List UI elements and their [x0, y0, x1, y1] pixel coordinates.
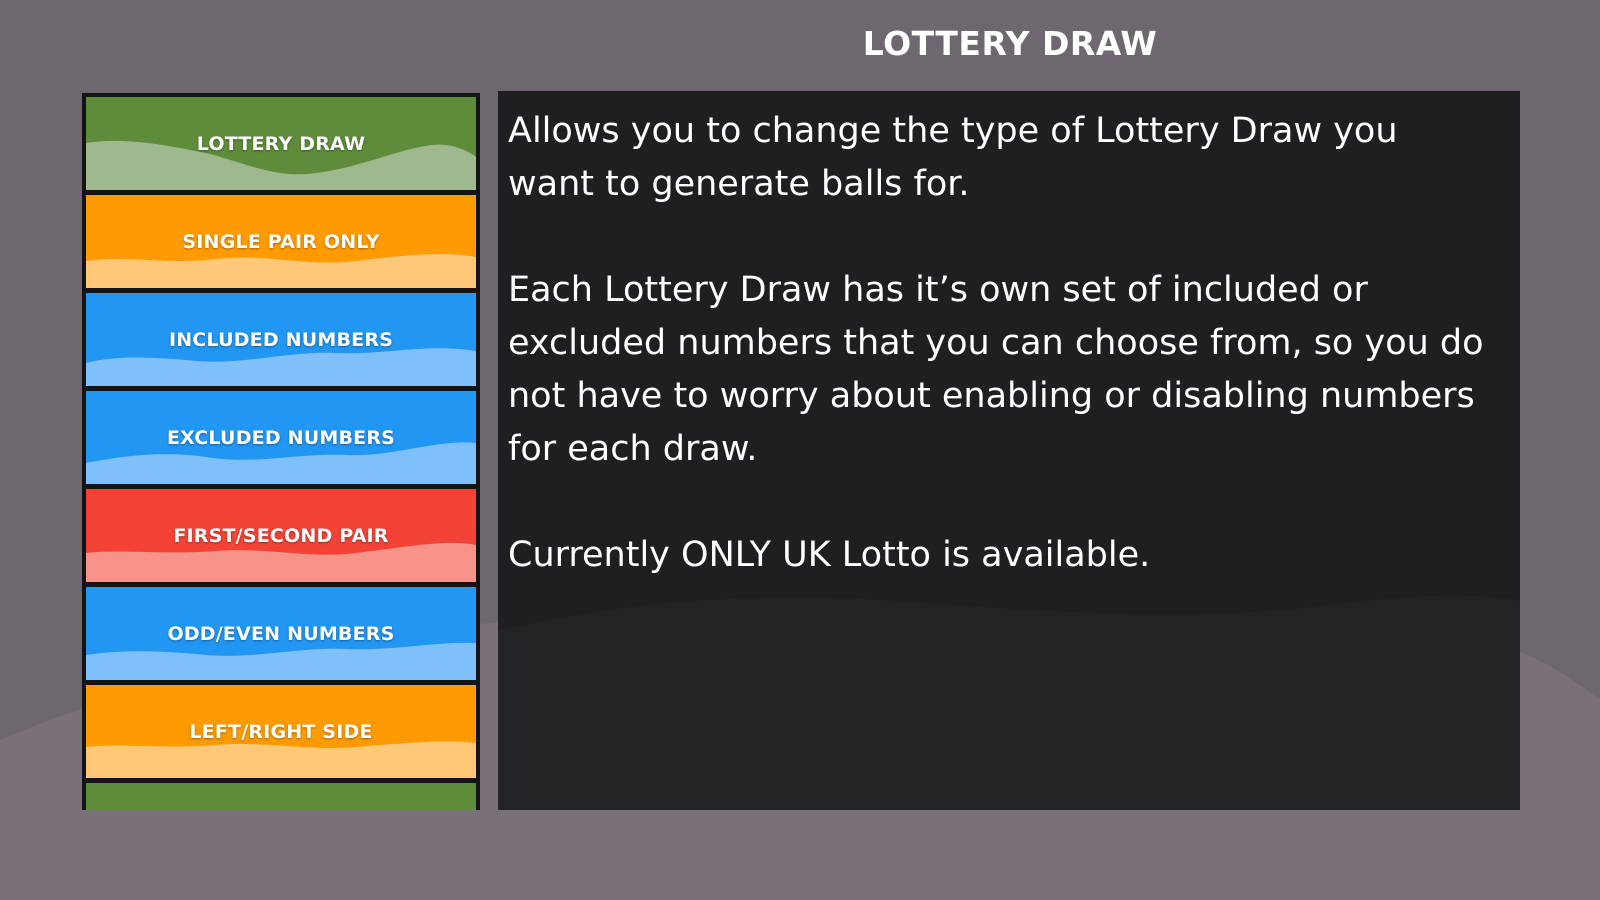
menu-item-single-pair-only[interactable]: SINGLE PAIR ONLY [86, 195, 476, 288]
menu-item-included-numbers[interactable]: INCLUDED NUMBERS [86, 293, 476, 386]
menu-item-excluded-numbers[interactable]: EXCLUDED NUMBERS [86, 391, 476, 484]
menu-item-label: INCLUDED NUMBERS [168, 328, 394, 351]
menu-item-label: SINGLE PAIR ONLY [182, 230, 380, 253]
description-paragraph: Each Lottery Draw has it’s own set of in… [508, 270, 1484, 469]
menu-item-partial[interactable] [86, 783, 476, 810]
menu-item-first-second-pair[interactable]: FIRST/SECOND PAIR [86, 489, 476, 582]
menu-item-odd-even-numbers[interactable]: ODD/EVEN NUMBERS [86, 587, 476, 680]
menu-item-label: LOTTERY DRAW [196, 132, 366, 155]
menu-item-label: LEFT/RIGHT SIDE [189, 720, 373, 743]
menu-item-left-right-side[interactable]: LEFT/RIGHT SIDE [86, 685, 476, 778]
menu-list[interactable]: LOTTERY DRAW SINGLE PAIR ONLY INCLUDED N… [82, 93, 480, 810]
description-paragraph: Currently ONLY UK Lotto is available. [508, 535, 1151, 575]
menu-item-label [86, 783, 476, 810]
menu-item-label: EXCLUDED NUMBERS [166, 426, 396, 449]
menu-item-lottery-draw[interactable]: LOTTERY DRAW [86, 97, 476, 190]
menu-item-label: ODD/EVEN NUMBERS [167, 622, 395, 645]
description-panel: Allows you to change the type of Lottery… [498, 91, 1520, 810]
menu-item-label: FIRST/SECOND PAIR [173, 524, 389, 547]
description-text: Allows you to change the type of Lottery… [508, 105, 1488, 635]
page-title: LOTTERY DRAW [862, 24, 1158, 63]
description-paragraph: Allows you to change the type of Lottery… [508, 111, 1398, 204]
